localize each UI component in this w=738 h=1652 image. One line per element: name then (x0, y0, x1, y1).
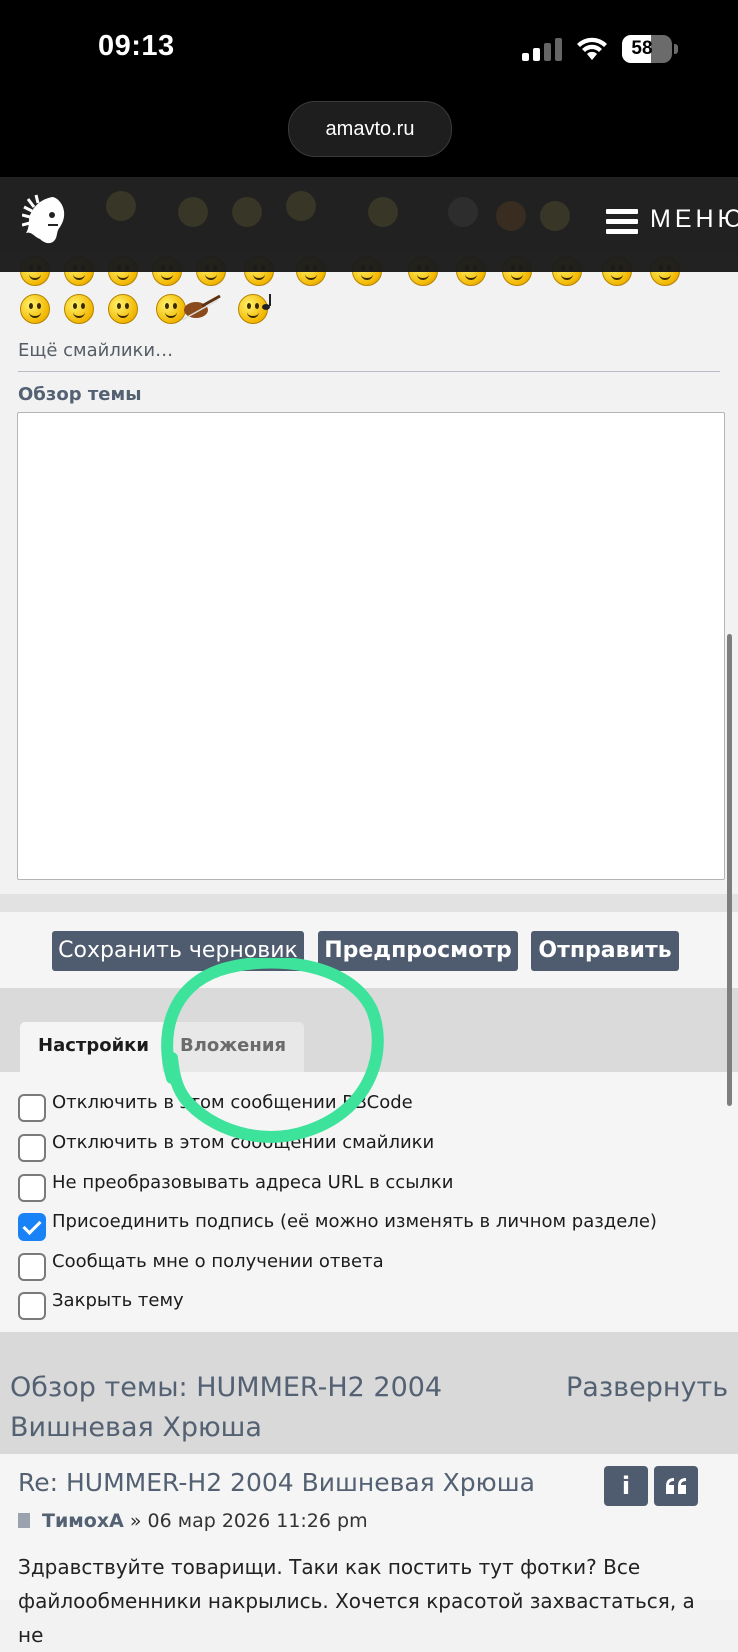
topic-review-title: Обзор темы: HUMMER-H2 2004 Вишневая Хрюш… (10, 1372, 443, 1443)
battery-icon: 58 (622, 35, 672, 63)
post-author[interactable]: ТимохА (42, 1510, 124, 1532)
scrollbar[interactable] (727, 634, 732, 1106)
checkbox[interactable] (18, 1253, 46, 1281)
violin-icon (181, 294, 221, 321)
quote-button[interactable] (654, 1466, 698, 1506)
checkbox[interactable] (18, 1094, 46, 1122)
site-logo[interactable] (22, 193, 68, 247)
option-label: Закрыть тему (52, 1290, 184, 1311)
smiley-icon[interactable] (108, 294, 138, 324)
post-subject[interactable]: Re: HUMMER-H2 2004 Вишневая Хрюша (18, 1468, 535, 1497)
post-meta: ТимохА » 06 мар 2026 11:26 pm (18, 1510, 368, 1532)
quote-icon (666, 1478, 686, 1494)
annotation-circle (161, 958, 384, 1143)
checkbox[interactable] (18, 1174, 46, 1202)
smiley-icon[interactable] (64, 294, 94, 324)
divider (18, 371, 720, 372)
cellular-signal-icon (522, 38, 566, 61)
post-date: 06 мар 2026 11:26 pm (147, 1510, 368, 1532)
option-label: Сообщать мне о получении ответа (52, 1251, 384, 1272)
more-smileys-link[interactable]: Ещё смайлики… (18, 340, 173, 361)
info-button[interactable]: i (604, 1466, 648, 1506)
status-time: 09:13 (98, 30, 175, 62)
music-note-icon (262, 294, 271, 310)
post-body: Здравствуйте товарищи. Таки как постить … (18, 1555, 695, 1647)
option-label: Не преобразовывать адреса URL в ссылки (52, 1172, 454, 1193)
checkbox[interactable] (18, 1134, 46, 1162)
battery-tip (674, 44, 678, 54)
smiley-icon[interactable] (20, 294, 50, 324)
hamburger-icon (606, 209, 638, 239)
topic-overview-label: Обзор темы (18, 384, 142, 405)
post-icon (18, 1513, 30, 1528)
checkbox[interactable] (18, 1292, 46, 1320)
submit-button[interactable]: Отправить (531, 931, 679, 971)
option-label: Присоединить подпись (её можно изменять … (52, 1211, 657, 1232)
checkbox-checked[interactable] (18, 1213, 46, 1241)
meta-separator: » (129, 1510, 142, 1532)
menu-label: МЕНЮ (650, 205, 738, 233)
separator-band (0, 894, 738, 912)
tab-settings[interactable]: Настройки (20, 1022, 168, 1072)
message-textarea[interactable] (17, 412, 725, 880)
wifi-icon (577, 37, 607, 60)
url-bar[interactable]: amavto.ru (288, 101, 452, 157)
expand-link[interactable]: Развернуть (566, 1368, 728, 1408)
site-header: МЕНЮ (0, 177, 738, 272)
battery-percent: 58 (631, 38, 653, 59)
